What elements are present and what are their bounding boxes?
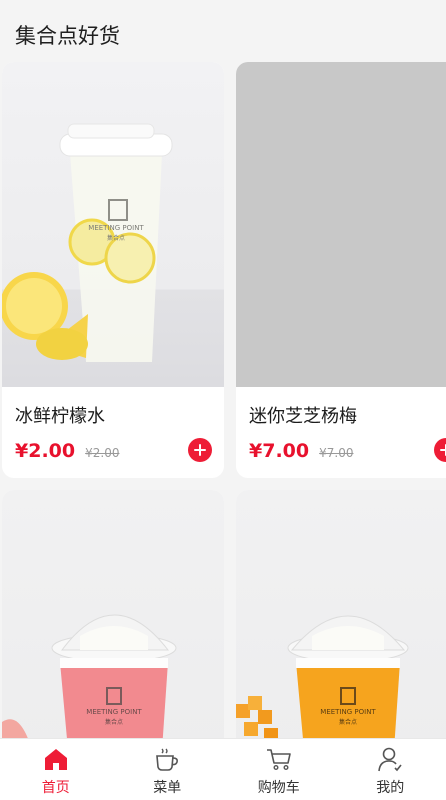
cup-brand-text: MEETING POINT	[86, 708, 142, 716]
product-name: 冰鲜柠檬水	[15, 406, 105, 427]
product-card-strawberry[interactable]: MEETING POINT 集合点	[2, 490, 224, 750]
cup-brand-text-cn: 集合点	[107, 234, 125, 242]
price-row: ¥7.00 ¥7.00	[249, 440, 353, 462]
tab-home[interactable]: 首页	[0, 739, 112, 800]
mango-cup-image: MEETING POINT 集合点	[236, 490, 446, 750]
plus-icon	[194, 444, 206, 456]
cup-brand-text-cn: 集合点	[339, 718, 357, 726]
cup-brand-text: MEETING POINT	[88, 224, 144, 232]
strawberry-cup-image: MEETING POINT 集合点	[2, 490, 224, 750]
product-card-mango[interactable]: MEETING POINT 集合点	[236, 490, 446, 750]
lemonade-cup-image: MEETING POINT 集合点	[2, 62, 224, 387]
product-card-lemonade[interactable]: MEETING POINT 集合点 冰鲜柠檬水 ¥2.00 ¥2.00	[2, 62, 224, 478]
product-grid: MEETING POINT 集合点 冰鲜柠檬水 ¥2.00 ¥2.00 迷你芝芝…	[0, 62, 446, 750]
cup-brand-text-cn: 集合点	[105, 718, 123, 726]
add-to-cart-button[interactable]	[434, 438, 446, 462]
coffee-cup-icon	[156, 748, 179, 771]
tab-menu[interactable]: 菜单	[112, 739, 224, 800]
placeholder-image	[236, 62, 446, 387]
product-original-price: ¥7.00	[319, 446, 354, 460]
add-to-cart-button[interactable]	[188, 438, 212, 462]
home-icon	[44, 749, 67, 770]
tab-label: 我的	[376, 780, 405, 796]
product-original-price: ¥2.00	[85, 446, 120, 460]
product-price: ¥2.00	[15, 440, 76, 462]
product-name: 迷你芝芝杨梅	[249, 406, 357, 427]
tab-label: 购物车	[257, 780, 300, 796]
bottom-tab-bar: 首页 菜单 购物车 我的	[0, 738, 446, 800]
cart-icon	[266, 749, 291, 771]
tab-profile[interactable]: 我的	[335, 739, 446, 800]
page-title: 集合点好货	[15, 24, 120, 48]
tab-label: 首页	[41, 780, 70, 796]
user-icon	[378, 747, 402, 772]
tab-label: 菜单	[153, 780, 182, 796]
tab-cart[interactable]: 购物车	[223, 739, 335, 800]
price-row: ¥2.00 ¥2.00	[15, 440, 119, 462]
product-card-bayberry[interactable]: 迷你芝芝杨梅 ¥7.00 ¥7.00	[236, 62, 446, 478]
product-price: ¥7.00	[249, 440, 310, 462]
plus-icon	[440, 444, 446, 456]
cup-brand-text: MEETING POINT	[320, 708, 376, 716]
